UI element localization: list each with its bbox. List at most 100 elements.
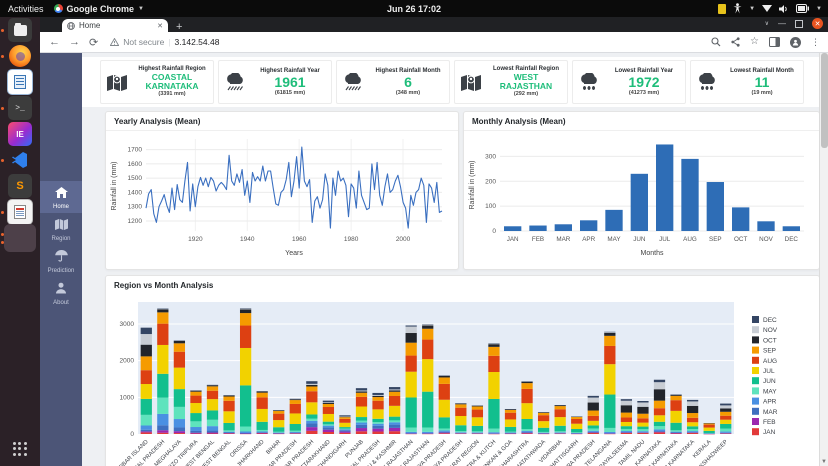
home-icon <box>54 185 68 203</box>
svg-text:APR: APR <box>763 399 777 406</box>
cloud-drops-icon <box>691 73 723 91</box>
dock-intellij-icon[interactable]: IE <box>0 121 40 147</box>
yearly-line-chart[interactable]: 1920 1940 1960 1980 2000 1200 1300 1400 1500 1600… <box>106 131 456 267</box>
running-indicator <box>1 54 4 58</box>
keyboard-indicator-icon[interactable] <box>718 3 727 14</box>
profile-avatar[interactable] <box>790 36 801 48</box>
dock-vscode-icon[interactable] <box>0 147 40 173</box>
map-icon <box>455 74 487 91</box>
umbrella-icon <box>54 249 68 267</box>
accessibility-icon[interactable] <box>733 3 742 14</box>
svg-text:MAR: MAR <box>763 409 778 416</box>
maximize-button[interactable] <box>795 19 803 28</box>
dock-writer-icon[interactable] <box>0 69 40 95</box>
os-dock: >_ IE S <box>0 17 40 466</box>
svg-text:1000: 1000 <box>120 394 135 401</box>
dock-sublime-icon[interactable]: S <box>0 173 40 199</box>
dock-chrome-icon[interactable] <box>0 224 40 252</box>
svg-text:2000: 2000 <box>396 236 411 243</box>
side-panel-icon[interactable] <box>769 37 780 47</box>
back-button[interactable]: ← <box>49 36 60 48</box>
dock-files-icon[interactable] <box>0 17 40 43</box>
map-icon <box>54 217 68 235</box>
scrollbar-thumb[interactable] <box>821 53 828 148</box>
svg-text:MAY: MAY <box>763 388 777 395</box>
svg-text:JUL: JUL <box>659 236 671 243</box>
cloud-drops-icon <box>573 73 605 91</box>
dock-document-icon[interactable] <box>0 199 40 225</box>
sidebar-item-region[interactable]: Region <box>40 213 82 245</box>
minimize-button[interactable]: — <box>778 19 786 28</box>
sidebar-item-label: Region <box>51 236 71 242</box>
security-label: Not secure <box>123 37 165 47</box>
svg-text:1400: 1400 <box>128 189 143 196</box>
dock-app-grid-icon[interactable] <box>0 436 40 462</box>
stat-value: 6 <box>404 73 412 90</box>
screen: Activities Google Chrome ▼ Jun 26 17:02 … <box>0 0 828 466</box>
stats-strip: Highest Rainfall Region COASTAL KARNATAKA… <box>82 57 819 107</box>
svg-text:MAR: MAR <box>556 236 570 243</box>
tab-home[interactable]: Home ✕ <box>62 19 168 32</box>
stat-value: WEST RAJASTHAN <box>499 72 553 92</box>
terminal-app-icon: >_ <box>8 96 32 120</box>
svg-text:AUG: AUG <box>763 358 777 365</box>
app-grid-app-icon <box>8 437 32 461</box>
document-app-icon <box>7 199 33 225</box>
wifi-icon[interactable] <box>762 5 773 12</box>
url-text: 3.142.54.48 <box>174 37 220 47</box>
dock-terminal-icon[interactable]: >_ <box>0 95 40 121</box>
sidebar-item-prediction[interactable]: Prediction <box>40 245 82 277</box>
svg-text:NOV: NOV <box>763 327 778 334</box>
stat-text: Lowest Rainfall Month 11 (19 mm) <box>723 68 803 97</box>
forward-button[interactable]: → <box>69 36 80 48</box>
tab-close-icon[interactable]: ✕ <box>157 22 163 30</box>
svg-text:1500: 1500 <box>128 175 143 182</box>
svg-text:0: 0 <box>492 228 496 235</box>
dock-firefox-icon[interactable] <box>0 43 40 69</box>
bookmark-star-icon[interactable]: ☆ <box>750 37 759 47</box>
running-indicator <box>1 233 4 236</box>
share-icon[interactable] <box>731 37 740 47</box>
caret-down-icon: ▼ <box>816 5 822 12</box>
dock-active-highlight <box>4 224 36 252</box>
window-close-button[interactable]: ✕ <box>812 18 823 29</box>
svg-text:APR: APR <box>582 236 595 243</box>
monthly-bar-chart[interactable]: 0 100 200 300 JAN FEB MAR APR MAY JUN JUL AUG SEP OCT… <box>464 131 817 267</box>
cloud-hatch-icon <box>219 73 251 91</box>
svg-text:OCT: OCT <box>763 337 777 344</box>
sidebar-item-label: Prediction <box>47 268 75 274</box>
stat-value: 1961 <box>274 73 306 90</box>
svg-text:JAN: JAN <box>763 429 776 436</box>
stat-value: COASTAL KARNATAKA <box>145 72 199 92</box>
scrollbar[interactable]: ▼ <box>819 53 828 466</box>
sidebar-item-about[interactable]: About <box>40 277 82 309</box>
volume-icon[interactable] <box>779 4 789 14</box>
svg-text:FEB: FEB <box>532 236 544 243</box>
yearly-analysis-card: Yearly Analysis (Mean) 1920 1940 1960 1980 2… <box>105 111 459 270</box>
region-month-stacked-chart[interactable]: 0100020003000ANDAMAN & NICOBAR ISLANDARU… <box>85 294 817 466</box>
monthly-card-title: Monthly Analysis (Mean) <box>464 112 819 131</box>
tab-search-icon[interactable]: ∨ <box>765 20 769 27</box>
browser-window: Home ✕ + ∨ — ✕ ← → ⟳ Not secure | 3.142.… <box>40 17 828 466</box>
new-tab-button[interactable]: + <box>176 22 182 33</box>
monthly-analysis-card: Monthly Analysis (Mean) 0 100 200 300 JAN FEB… <box>463 111 820 270</box>
stat-subvalue: (292 mm) <box>513 91 539 98</box>
svg-text:300: 300 <box>485 153 496 160</box>
running-indicator <box>1 241 4 244</box>
address-bar[interactable]: Not secure | 3.142.54.48 <box>110 37 219 47</box>
files-app-icon <box>8 18 32 42</box>
zoom-icon[interactable] <box>711 37 721 47</box>
svg-text:Rainfall in (mm): Rainfall in (mm) <box>111 161 118 210</box>
svg-text:DEC: DEC <box>763 317 777 324</box>
stat-card: Highest Rainfall Month 6 (348 mm) <box>336 60 450 104</box>
stat-subvalue: (41273 mm) <box>628 89 660 96</box>
reload-button[interactable]: ⟳ <box>89 36 98 49</box>
map-icon <box>101 74 133 91</box>
scrollbar-down-arrow[interactable]: ▼ <box>821 459 827 465</box>
clock[interactable]: Jun 26 17:02 <box>0 4 828 14</box>
battery-icon[interactable] <box>796 4 810 13</box>
person-icon <box>55 281 67 299</box>
menu-kebab-icon[interactable]: ⋮ <box>811 37 820 48</box>
sidebar-item-home[interactable]: Home <box>40 181 82 213</box>
